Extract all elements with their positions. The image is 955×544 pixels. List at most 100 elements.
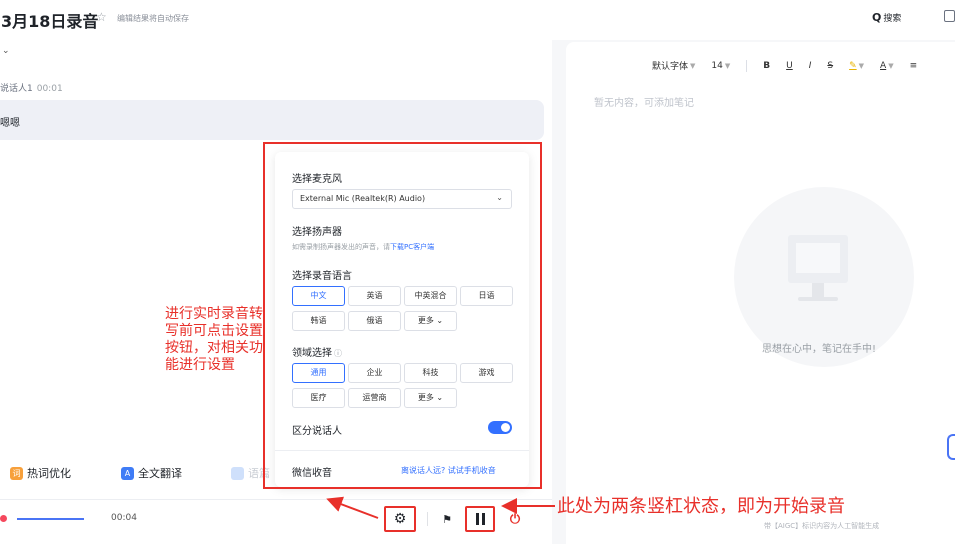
- autosave-hint: 编辑结果将自动保存: [117, 14, 189, 23]
- italic-button[interactable]: I: [809, 61, 812, 71]
- language-english[interactable]: 英语: [348, 286, 401, 306]
- align-icon: ≡: [909, 60, 918, 71]
- language-chinese[interactable]: 中文: [292, 286, 345, 306]
- language-japanese[interactable]: 日语: [460, 286, 513, 306]
- power-icon: ⏻: [509, 511, 521, 527]
- align-button[interactable]: ≡: [910, 61, 918, 71]
- chevron-down-icon: ⌄: [433, 316, 444, 325]
- mic-label: 选择麦克风: [292, 174, 342, 185]
- phone-recording-link[interactable]: 离说话人远? 试试手机收音: [401, 465, 496, 476]
- search-label: 搜索: [883, 14, 902, 24]
- annotation-pause-tip: 此处为两条竖杠状态，即为开始录音: [557, 496, 845, 517]
- speaker-output-label: 选择扬声器: [292, 227, 342, 238]
- settings-button[interactable]: ⚙: [384, 506, 416, 532]
- notes-slogan: 思想在心中，笔记在手中!: [762, 344, 877, 355]
- translate-icon: A: [121, 466, 134, 480]
- chevron-down-icon: ⌄: [496, 193, 503, 202]
- chevron-down-icon: ▼: [724, 61, 731, 70]
- domain-label: 领域选择 ⓘ: [292, 344, 342, 359]
- language-russian[interactable]: 俄语: [348, 311, 401, 331]
- speaker-hint-text: 如需录制扬声器发出的声音，请: [292, 243, 390, 251]
- domain-tech[interactable]: 科技: [404, 363, 457, 383]
- domain-general[interactable]: 通用: [292, 363, 345, 383]
- third-tool-label: 语篇: [248, 467, 270, 480]
- recording-time: 00:04: [111, 513, 137, 523]
- domain-game[interactable]: 游戏: [460, 363, 513, 383]
- domain-medical[interactable]: 医疗: [292, 388, 345, 408]
- utterance-bubble[interactable]: 嗯嗯: [0, 100, 544, 140]
- recording-dot-icon: [0, 515, 7, 522]
- domain-more[interactable]: 更多 ⌄: [404, 388, 457, 408]
- download-client-link[interactable]: 下载PC客户端: [390, 243, 434, 251]
- translate-label: 全文翻译: [138, 467, 182, 480]
- speaker-hint: 如需录制扬声器发出的声音，请下载PC客户端: [292, 242, 434, 252]
- language-more-label: 更多: [417, 316, 434, 325]
- diarize-toggle[interactable]: [488, 421, 512, 434]
- page-header: 3月18日录音 ☆ 编辑结果将自动保存 Q 搜索: [0, 0, 955, 40]
- language-korean[interactable]: 韩语: [292, 311, 345, 331]
- search-button[interactable]: Q 搜索: [872, 11, 901, 24]
- language-mixed[interactable]: 中英混合: [404, 286, 457, 306]
- layout-icon[interactable]: [944, 10, 955, 22]
- language-more[interactable]: 更多 ⌄: [404, 311, 457, 331]
- hotword-label: 热词优化: [27, 467, 71, 480]
- chevron-down-icon: ▼: [888, 61, 894, 70]
- highlighter-icon: ✎: [849, 60, 857, 71]
- popup-divider: [275, 450, 529, 451]
- strike-button[interactable]: S: [827, 61, 833, 71]
- monitor-stand: [812, 283, 824, 297]
- font-size-select[interactable]: 14 ▼: [711, 61, 730, 71]
- annotation-settings-tip: 进行实时录音转写前可点击设置按钮，对相关功能进行设置: [165, 306, 263, 373]
- notes-empty-placeholder[interactable]: 暂无内容，可添加笔记: [594, 94, 694, 109]
- highlight-button[interactable]: ✎ ▼: [849, 61, 864, 71]
- domain-carrier[interactable]: 运营商: [348, 388, 401, 408]
- side-tab-handle[interactable]: [947, 434, 955, 460]
- text-color-label: A: [880, 60, 887, 71]
- document-icon: [231, 466, 244, 480]
- domain-label-text: 领域选择: [292, 348, 332, 359]
- chevron-down-icon[interactable]: ⌄: [2, 46, 10, 56]
- gear-icon: ⚙: [393, 511, 407, 527]
- transcript-tools: 词 热词优化 A 全文翻译 语篇: [0, 459, 300, 485]
- font-size-label: 14: [711, 60, 723, 71]
- underline-button[interactable]: U: [786, 61, 793, 71]
- hotword-button[interactable]: 词 热词优化: [10, 465, 71, 481]
- mic-select[interactable]: External Mic (Realtek(R) Audio) ⌄: [292, 189, 512, 209]
- notes-panel: 默认字体 ▼ 14 ▼ B U I S ✎ ▼ A ▼ ≡ 暂无内容，可添加笔记 思想在…: [566, 42, 955, 544]
- speaker-time[interactable]: 00:01: [37, 84, 63, 94]
- pause-icon: [475, 513, 485, 525]
- mark-button[interactable]: ⚑: [440, 506, 454, 532]
- recording-settings-popup: 选择麦克风 External Mic (Realtek(R) Audio) ⌄ …: [275, 152, 529, 487]
- chevron-down-icon: ⌄: [433, 393, 444, 402]
- diarize-label: 区分说话人: [292, 426, 342, 437]
- star-icon[interactable]: ☆: [96, 10, 107, 24]
- monitor-icon: [788, 235, 848, 283]
- wechat-label: 微信收音: [292, 468, 332, 479]
- hotword-icon: 词: [10, 466, 23, 480]
- aigc-notice: 带【AIGC】标识内容为人工智能生成: [764, 522, 880, 530]
- third-tool-button[interactable]: 语篇: [231, 465, 270, 481]
- chevron-down-icon: ▼: [858, 61, 865, 70]
- stop-button[interactable]: ⏻: [504, 506, 526, 532]
- waveform: [17, 518, 84, 520]
- control-divider: [427, 512, 428, 526]
- chevron-down-icon: ▼: [690, 61, 696, 70]
- domain-enterprise[interactable]: 企业: [348, 363, 401, 383]
- toggle-knob: [501, 423, 510, 432]
- speaker-row: 说话人1 00:01: [0, 81, 63, 94]
- toolbar-divider: [746, 59, 748, 72]
- pause-button[interactable]: [465, 506, 495, 532]
- utterance-text: 嗯嗯: [0, 118, 20, 129]
- mic-value: External Mic (Realtek(R) Audio): [300, 194, 426, 203]
- translate-button[interactable]: A 全文翻译: [121, 465, 182, 481]
- speaker-name[interactable]: 说话人1: [0, 84, 33, 94]
- bold-button[interactable]: B: [763, 61, 770, 71]
- page-title[interactable]: 3月18日录音: [1, 8, 98, 32]
- font-select[interactable]: 默认字体 ▼: [652, 59, 696, 73]
- language-label: 选择录音语言: [292, 271, 352, 282]
- domain-more-label: 更多: [417, 393, 434, 402]
- info-icon[interactable]: ⓘ: [334, 349, 342, 358]
- text-color-button[interactable]: A ▼: [880, 61, 894, 71]
- flag-icon: ⚑: [442, 512, 452, 526]
- monitor-base: [798, 297, 838, 301]
